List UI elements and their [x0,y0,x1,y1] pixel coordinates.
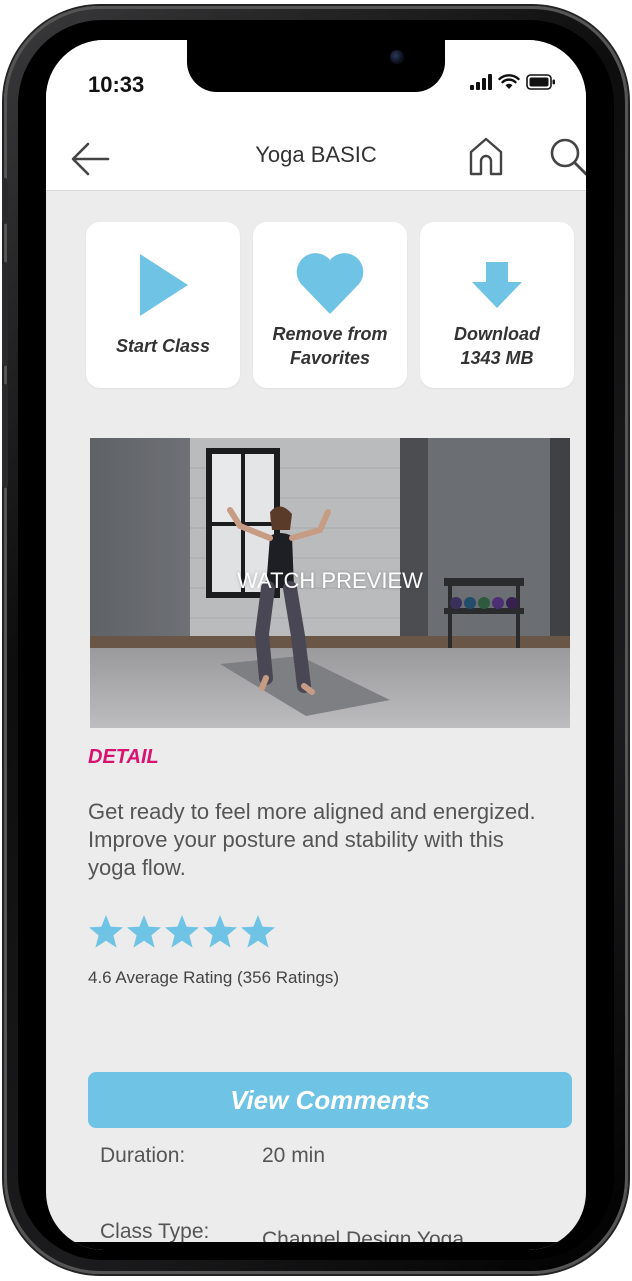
rating-summary: 4.6 Average Rating (356 Ratings) [88,968,340,987]
signal-icon [470,74,492,90]
duration-value: 20 min [262,1144,326,1167]
duration-label: Duration: [100,1144,186,1167]
remove-favorites-button[interactable]: Remove from Favorites [253,222,407,388]
download-button[interactable]: Download 1343 MB [420,222,574,388]
remove-favorites-label-1: Remove from [272,324,388,344]
volume-up-button [2,262,8,366]
rating-stars [88,914,276,950]
download-label-1: Download [454,324,540,344]
class-description: Get ready to feel more aligned and energ… [88,799,536,880]
camera-icon [390,50,404,64]
download-label-2: 1343 MB [460,348,534,368]
action-tiles: Start Class Remove from Favorites Downlo… [86,222,574,388]
download-arrow-icon [472,262,522,308]
mute-switch [2,178,8,224]
bottom-bezel [46,1242,586,1250]
volume-down-button [2,384,8,488]
detail-heading: DETAIL [88,746,159,768]
home-icon[interactable] [464,134,508,178]
view-comments-button[interactable]: View Comments [88,1072,572,1128]
star-icon [89,915,123,948]
heart-icon [296,253,364,314]
star-icon [203,915,237,948]
remove-favorites-label-2: Favorites [289,348,371,368]
wifi-icon [498,74,520,89]
star-icon [127,915,161,948]
class-type-label: Class Type: [100,1220,210,1243]
start-class-label: Start Class [115,336,211,356]
play-icon [140,254,188,316]
battery-icon [526,74,555,90]
video-preview[interactable]: WATCH PREVIEW [90,438,570,728]
watch-preview-label: WATCH PREVIEW [237,568,423,593]
search-icon[interactable] [546,134,586,178]
status-icons [470,74,556,90]
notch [187,40,445,92]
screen: 10:33 Yoga BASIC Start Class Remove from… [46,40,586,1250]
nav-bar: Yoga BASIC [46,128,586,191]
star-icon [165,915,199,948]
status-time: 10:33 [88,72,145,97]
star-icon [241,915,275,948]
start-class-button[interactable]: Start Class [86,222,240,388]
